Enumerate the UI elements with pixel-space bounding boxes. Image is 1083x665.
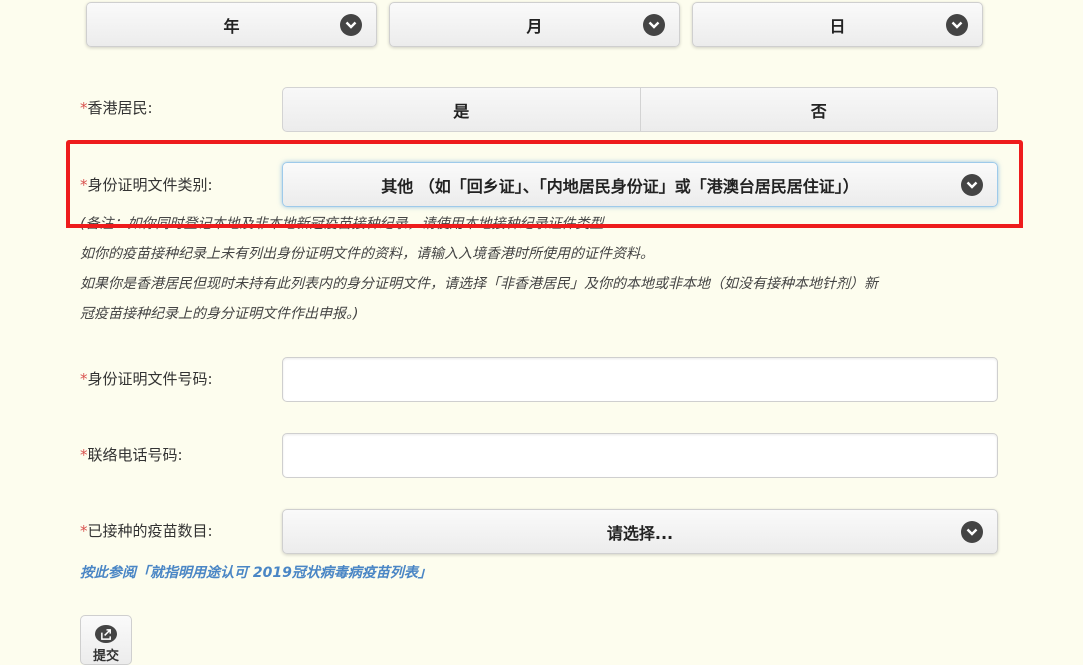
vaccine-count-label-text: 已接种的疫苗数目:	[87, 522, 213, 540]
id-doc-type-value: 其他 （如「回乡证」、「内地居民身份证」或「港澳台居民居住证」）	[381, 176, 859, 196]
chevron-down-icon	[643, 13, 665, 36]
phone-input[interactable]	[282, 433, 998, 478]
phone-label: *联络电话号码:	[80, 444, 183, 465]
chevron-down-icon	[946, 13, 968, 36]
month-select[interactable]: 月	[389, 2, 680, 47]
hk-resident-label-text: 香港居民:	[87, 99, 153, 117]
day-select-label: 日	[829, 16, 846, 36]
id-number-input[interactable]	[282, 357, 998, 402]
submit-label: 提交	[92, 649, 119, 664]
share-icon	[95, 625, 117, 643]
note-line: 如果你是香港居民但现时未持有此列表内的身分证明文件，请选择「非香港居民」及你的本…	[80, 276, 878, 292]
note-line: 冠疫苗接种纪录上的身分证明文件作出申报。)	[80, 306, 359, 322]
phone-label-text: 联络电话号码:	[87, 446, 183, 464]
id-doc-type-select[interactable]: 其他 （如「回乡证」、「内地居民身份证」或「港澳台居民居住证」）	[282, 162, 998, 207]
highlight-bottom-edge	[66, 224, 1023, 228]
vaccine-list-link[interactable]: 按此参阅「就指明用途认可 2019冠状病毒病疫苗列表」	[80, 562, 432, 582]
hk-resident-label: *香港居民:	[80, 97, 153, 118]
hk-resident-yes-option[interactable]: 是	[283, 88, 640, 131]
vaccine-count-value: 请选择...	[606, 523, 674, 543]
required-mark: *	[80, 99, 88, 117]
hk-resident-toggle: 是 否	[282, 87, 998, 132]
day-select[interactable]: 日	[692, 2, 983, 47]
chevron-down-icon	[340, 13, 362, 36]
id-number-label-text: 身份证明文件号码:	[87, 370, 213, 388]
submit-button[interactable]: 提交	[80, 615, 132, 665]
id-number-label: *身份证明文件号码:	[80, 368, 213, 389]
required-mark: *	[80, 522, 88, 540]
id-doc-type-label-text: 身份证明文件类别:	[87, 176, 213, 194]
note-line: 如你的疫苗接种纪录上未有列出身份证明文件的资料，请输入入境香港时所使用的证件资料…	[80, 246, 654, 262]
id-doc-type-label: *身份证明文件类别:	[80, 174, 213, 195]
chevron-down-icon	[961, 173, 983, 196]
required-mark: *	[80, 176, 88, 194]
hk-resident-no-option[interactable]: 否	[639, 88, 998, 131]
vaccine-count-select[interactable]: 请选择...	[282, 509, 998, 554]
year-select[interactable]: 年	[86, 2, 377, 47]
vaccine-count-label: *已接种的疫苗数目:	[80, 520, 213, 541]
year-select-label: 年	[223, 16, 240, 36]
required-mark: *	[80, 446, 88, 464]
chevron-down-icon	[961, 520, 983, 543]
required-mark: *	[80, 370, 88, 388]
month-select-label: 月	[526, 16, 543, 36]
